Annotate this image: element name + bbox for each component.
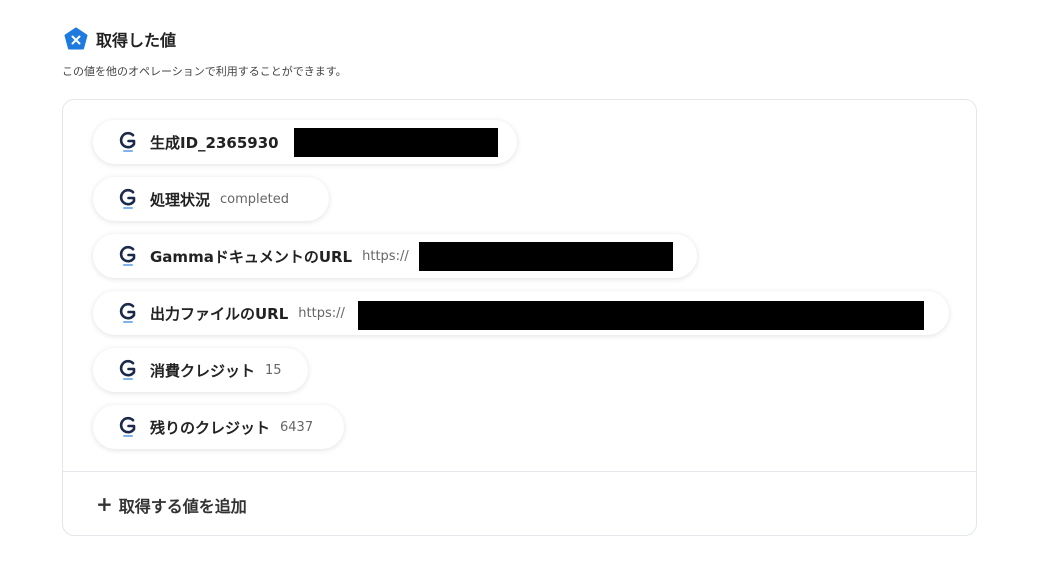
redaction-bar	[358, 301, 924, 330]
gamma-g-icon	[119, 416, 136, 437]
chip-value: completed	[220, 191, 289, 207]
chip-label: 消費クレジット	[150, 361, 256, 380]
gamma-g-icon	[119, 131, 136, 152]
value-chip-generation-id[interactable]: 生成ID_2365930	[93, 120, 517, 164]
add-value-label: 取得する値を追加	[118, 497, 247, 516]
chip-label: 出力ファイルのURL	[150, 304, 289, 323]
chip-value: 6437	[280, 419, 314, 435]
page-title: 取得した値	[96, 31, 177, 50]
redaction-bar	[419, 242, 673, 271]
gamma-g-icon	[119, 188, 136, 209]
value-chip-status[interactable]: 処理状況 completed	[93, 177, 329, 221]
plus-icon: +	[96, 492, 113, 516]
section-header: 取得した値	[64, 27, 176, 51]
chip-value: https://	[298, 305, 345, 321]
gamma-g-icon	[119, 245, 136, 266]
value-chip-remaining-credits[interactable]: 残りのクレジット 6437	[93, 405, 344, 449]
chip-value: https://	[362, 248, 409, 264]
value-chip-gamma-doc-url[interactable]: GammaドキュメントのURL https://	[93, 234, 697, 278]
x-pentagon-icon	[64, 27, 88, 51]
chip-value: 15	[265, 362, 282, 378]
chip-label: 生成ID_2365930	[150, 133, 279, 152]
divider	[63, 471, 976, 472]
value-chip-consumed-credits[interactable]: 消費クレジット 15	[93, 348, 308, 392]
chip-label: 残りのクレジット	[150, 418, 271, 437]
page-subtitle: この値を他のオペレーションで利用することができます。	[62, 65, 347, 78]
add-value-button[interactable]: + 取得する値を追加	[96, 493, 247, 517]
gamma-g-icon	[119, 359, 136, 380]
chip-label: 処理状況	[150, 190, 211, 209]
redaction-bar	[294, 128, 498, 157]
value-chip-output-file-url[interactable]: 出力ファイルのURL https://	[93, 291, 949, 335]
chip-label: GammaドキュメントのURL	[150, 247, 353, 266]
values-panel: 生成ID_2365930 処理状況 completed Gammaドキュメントの…	[62, 99, 977, 536]
gamma-g-icon	[119, 302, 136, 323]
